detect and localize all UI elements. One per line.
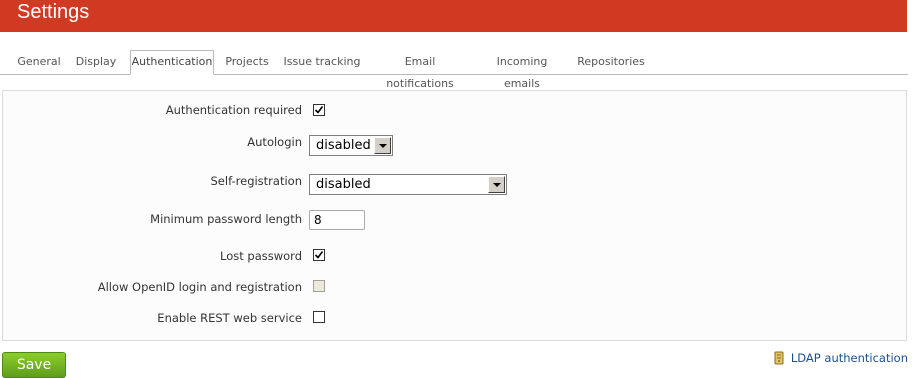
self-registration-label: Self-registration (210, 174, 303, 188)
tab-authentication[interactable]: Authentication (130, 50, 214, 75)
save-button[interactable]: Save (2, 352, 66, 378)
check-icon (314, 251, 324, 259)
lost-password-checkbox[interactable] (313, 249, 325, 261)
autologin-select[interactable]: disabled (309, 135, 393, 156)
tab-repositories[interactable]: Repositories (574, 51, 648, 73)
tab-display[interactable]: Display (70, 51, 122, 73)
tab-general[interactable]: General (10, 51, 68, 73)
ldap-authentication-link[interactable]: LDAP authentication (772, 351, 908, 365)
openid-label: Allow OpenID login and registration (97, 280, 302, 294)
ldap-link-label: LDAP authentication (790, 351, 908, 365)
autologin-label: Autologin (247, 135, 302, 149)
authentication-settings-box: Authentication required Autologin disabl… (2, 90, 907, 341)
chevron-down-icon (488, 176, 505, 193)
server-icon (772, 351, 786, 365)
header-bar: Settings (0, 0, 907, 32)
self-registration-value: disabled (316, 177, 371, 192)
tab-issue-tracking[interactable]: Issue tracking (280, 51, 364, 73)
check-icon (314, 106, 324, 114)
self-registration-select[interactable]: disabled (309, 174, 507, 195)
chevron-down-icon (374, 137, 391, 154)
auth-required-checkbox[interactable] (313, 104, 325, 116)
tab-projects[interactable]: Projects (220, 51, 274, 73)
openid-checkbox[interactable] (313, 280, 325, 292)
auth-required-label: Authentication required (165, 103, 302, 117)
page-title: Settings (17, 1, 90, 23)
rest-checkbox[interactable] (313, 311, 325, 323)
min-password-length-input[interactable]: 8 (309, 210, 365, 230)
autologin-value: disabled (316, 138, 371, 153)
min-password-length-label: Minimum password length (150, 212, 302, 226)
tab-incoming-emails[interactable]: Incoming emails (478, 51, 566, 90)
settings-tabs: General Display Authentication Projects … (0, 50, 908, 90)
rest-label: Enable REST web service (157, 311, 302, 325)
tab-email-notifications[interactable]: Email notifications (370, 51, 470, 90)
lost-password-label: Lost password (220, 249, 302, 263)
